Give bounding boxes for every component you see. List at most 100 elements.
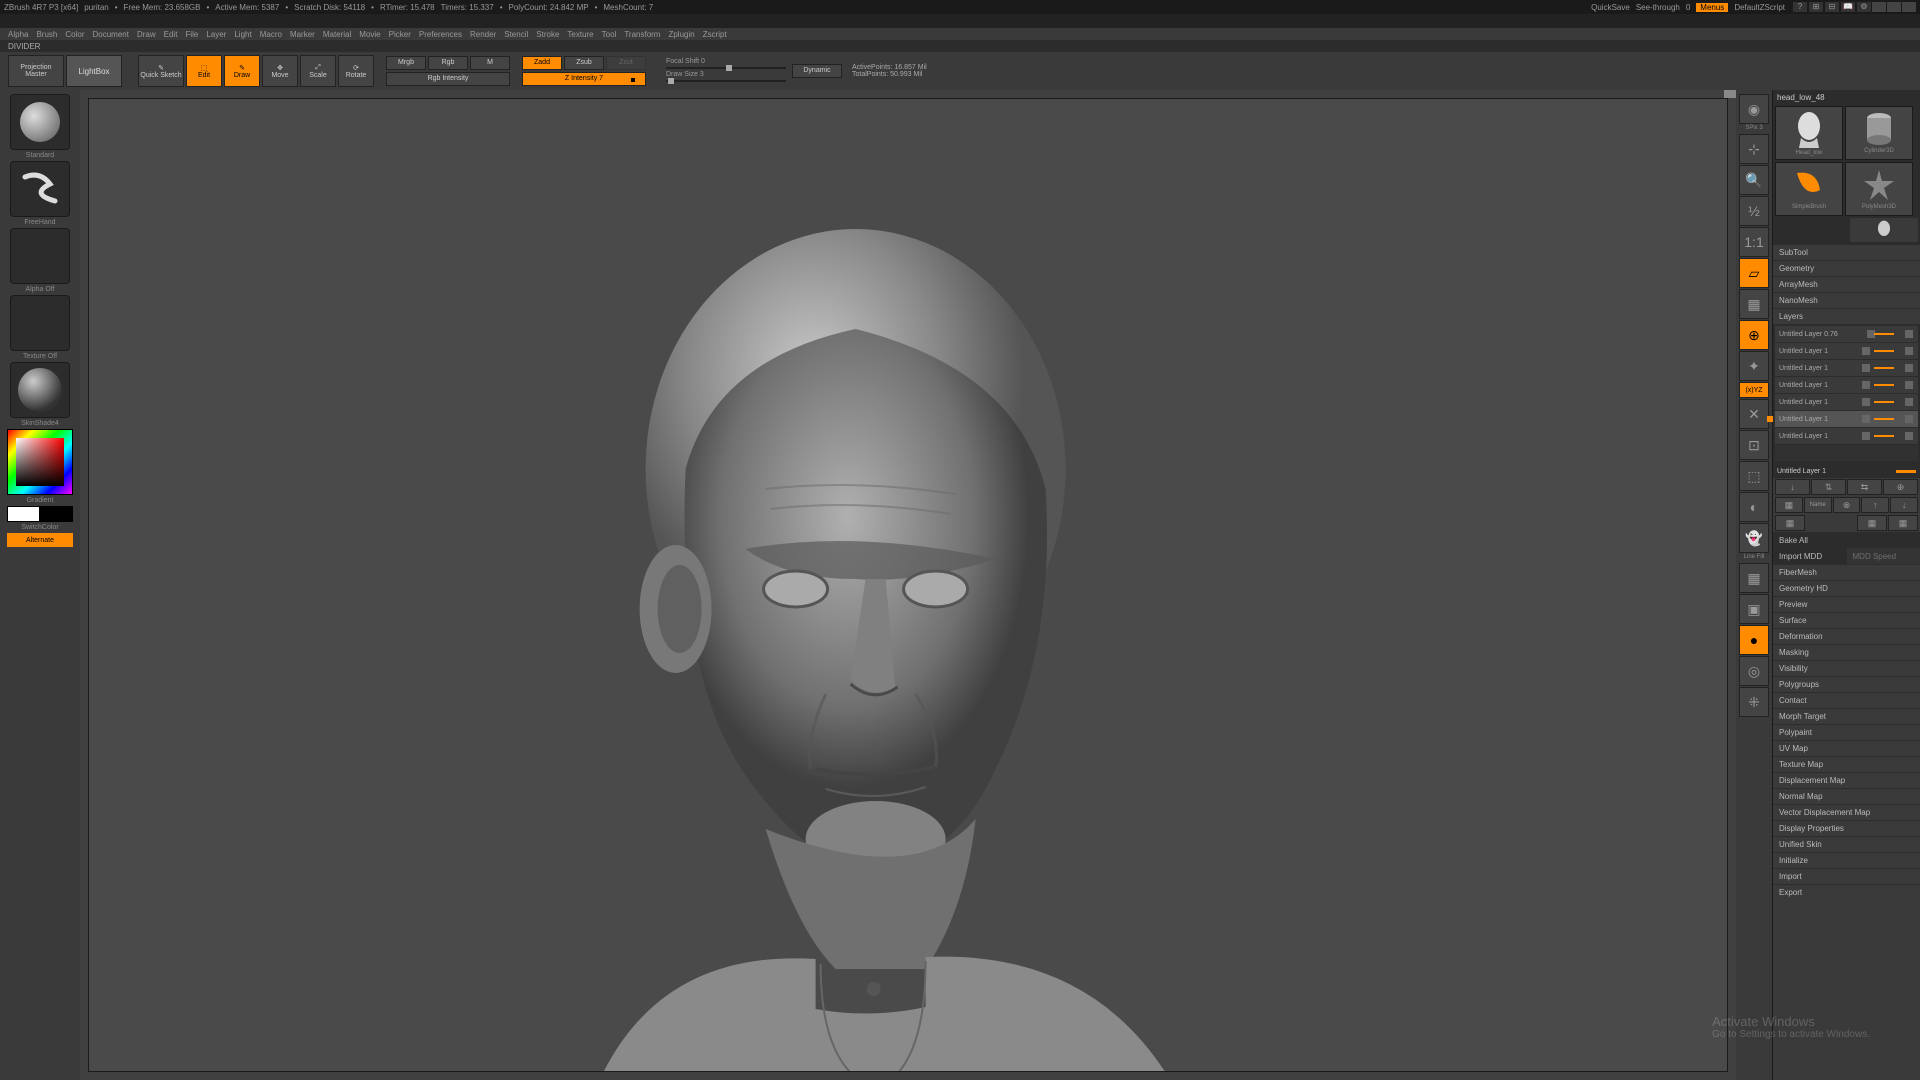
- layer-row[interactable]: Untitled Layer 1: [1775, 343, 1918, 359]
- xpose2-button[interactable]: ⁜: [1739, 687, 1769, 717]
- layer-visibility-icon[interactable]: [1862, 398, 1870, 406]
- mdd-speed-slider[interactable]: MDD Speed: [1847, 548, 1920, 564]
- quick-sketch-button[interactable]: ✎ Quick Sketch: [138, 55, 184, 87]
- section-vectordisp[interactable]: Vector Displacement Map: [1773, 804, 1920, 820]
- tool-thumb-star[interactable]: PolyMesh3D: [1845, 162, 1913, 216]
- stroke-selector[interactable]: [10, 161, 70, 217]
- frame-button[interactable]: ⊡: [1739, 430, 1769, 460]
- layer-extra2-button[interactable]: ▦: [1857, 515, 1887, 531]
- layer-rec-icon[interactable]: [1905, 432, 1913, 440]
- rgb-button[interactable]: Rgb: [428, 56, 468, 70]
- canvas-handle-icon[interactable]: [1724, 90, 1736, 98]
- layer-intensity-slider[interactable]: [1896, 470, 1916, 473]
- menu-edit[interactable]: Edit: [164, 30, 178, 39]
- edit-button[interactable]: ⬚ Edit: [186, 55, 222, 87]
- m-button[interactable]: M: [470, 56, 510, 70]
- menu-marker[interactable]: Marker: [290, 30, 315, 39]
- section-layers[interactable]: Layers: [1773, 308, 1920, 324]
- section-displacementmap[interactable]: Displacement Map: [1773, 772, 1920, 788]
- aahalf-button[interactable]: ½: [1739, 196, 1769, 226]
- layer-merge-button[interactable]: ⊕: [1883, 479, 1918, 495]
- menu-color[interactable]: Color: [65, 30, 84, 39]
- section-geometryhd[interactable]: Geometry HD: [1773, 580, 1920, 596]
- polyf-button[interactable]: ⬚: [1739, 461, 1769, 491]
- layer-rec-icon[interactable]: [1905, 364, 1913, 372]
- menu-zscript[interactable]: Zscript: [703, 30, 727, 39]
- zcut-button[interactable]: Zcut: [606, 56, 646, 70]
- section-initialize[interactable]: Initialize: [1773, 852, 1920, 868]
- section-export[interactable]: Export: [1773, 884, 1920, 900]
- thumb-button[interactable]: ▣: [1739, 594, 1769, 624]
- section-arraymesh[interactable]: ArrayMesh: [1773, 276, 1920, 292]
- draw-button[interactable]: ✎ Draw: [224, 55, 260, 87]
- close-button[interactable]: [1902, 2, 1916, 12]
- brush-selector[interactable]: [10, 94, 70, 150]
- alternate-button[interactable]: Alternate: [7, 533, 73, 547]
- menu-zplugin[interactable]: Zplugin: [668, 30, 694, 39]
- scale-button[interactable]: ⤢ Scale: [300, 55, 336, 87]
- layer-visibility-icon[interactable]: [1862, 381, 1870, 389]
- switchcolor-label[interactable]: SwitchColor: [0, 524, 80, 531]
- xyz-button[interactable]: ✦: [1739, 351, 1769, 381]
- menu-brush[interactable]: Brush: [36, 30, 57, 39]
- section-subtool[interactable]: SubTool: [1773, 244, 1920, 260]
- layer-rec-icon[interactable]: [1905, 381, 1913, 389]
- main-color-swatch[interactable]: [7, 506, 40, 522]
- section-morphtarget[interactable]: Morph Target: [1773, 708, 1920, 724]
- gear-icon[interactable]: ⚙: [1857, 2, 1871, 12]
- menu-stroke[interactable]: Stroke: [536, 30, 559, 39]
- menu-draw[interactable]: Draw: [137, 30, 156, 39]
- layer-visibility-icon[interactable]: [1862, 347, 1870, 355]
- mrgb-button[interactable]: Mrgb: [386, 56, 426, 70]
- layer-rec-icon[interactable]: [1905, 347, 1913, 355]
- z-intensity-slider[interactable]: Z Intensity 7: [522, 72, 646, 86]
- lightbox-button[interactable]: LightBox: [66, 55, 122, 87]
- quicksave-button[interactable]: QuickSave: [1591, 3, 1630, 12]
- focal-shift-slider[interactable]: Focal Shift 0 Draw Size 3: [666, 58, 786, 84]
- layer-row[interactable]: Untitled Layer 1: [1775, 360, 1918, 376]
- layer-row[interactable]: Untitled Layer 1: [1775, 377, 1918, 393]
- seethrough-value[interactable]: 0: [1686, 3, 1690, 12]
- section-geometry[interactable]: Geometry: [1773, 260, 1920, 276]
- section-nanomesh[interactable]: NanoMesh: [1773, 292, 1920, 308]
- menu-layer[interactable]: Layer: [206, 30, 226, 39]
- section-masking[interactable]: Masking: [1773, 644, 1920, 660]
- menu-stencil[interactable]: Stencil: [504, 30, 528, 39]
- layer-down-button[interactable]: ↓: [1890, 497, 1918, 513]
- xpose-button[interactable]: ✕: [1739, 399, 1769, 429]
- help-icon[interactable]: ?: [1793, 2, 1807, 12]
- import-mdd-button[interactable]: Import MDD: [1773, 548, 1847, 564]
- rotate-button[interactable]: ⟳ Rotate: [338, 55, 374, 87]
- section-displayprops[interactable]: Display Properties: [1773, 820, 1920, 836]
- layer-delete-button[interactable]: ▦: [1775, 497, 1803, 513]
- layer-row[interactable]: Untitled Layer 1: [1775, 411, 1918, 427]
- layer-row[interactable]: Untitled Layer 1: [1775, 394, 1918, 410]
- solo2-button[interactable]: ◎: [1739, 656, 1769, 686]
- xyz-label-button[interactable]: (x)YZ: [1739, 382, 1769, 398]
- dynamic-button[interactable]: Dynamic: [792, 64, 842, 78]
- color-picker[interactable]: [7, 429, 73, 495]
- menu-tool[interactable]: Tool: [602, 30, 617, 39]
- section-import[interactable]: Import: [1773, 868, 1920, 884]
- layer-visibility-icon[interactable]: [1862, 432, 1870, 440]
- layer-rec-icon[interactable]: [1905, 330, 1913, 338]
- tool-thumb-brush[interactable]: SimpleBrush: [1775, 162, 1843, 216]
- layer-rec-icon[interactable]: [1905, 398, 1913, 406]
- maximize-button[interactable]: [1887, 2, 1901, 12]
- menu-material[interactable]: Material: [323, 30, 351, 39]
- layer-extra1-button[interactable]: ▦: [1775, 515, 1805, 531]
- alpha-selector[interactable]: [10, 228, 70, 284]
- menu-alpha[interactable]: Alpha: [8, 30, 28, 39]
- menu-render[interactable]: Render: [470, 30, 496, 39]
- ghost-button[interactable]: 👻: [1739, 523, 1769, 553]
- layer-visibility-icon[interactable]: [1862, 415, 1870, 423]
- layer-invert-button[interactable]: ⊗: [1833, 497, 1861, 513]
- tray-icon[interactable]: ⊟: [1825, 2, 1839, 12]
- menu-document[interactable]: Document: [93, 30, 129, 39]
- section-unifiedskin[interactable]: Unified Skin: [1773, 836, 1920, 852]
- section-texturemap[interactable]: Texture Map: [1773, 756, 1920, 772]
- tool-header[interactable]: head_low_48: [1773, 90, 1920, 104]
- menu-file[interactable]: File: [185, 30, 198, 39]
- layer-rec-icon[interactable]: [1905, 415, 1913, 423]
- projection-master-button[interactable]: Projection Master: [8, 55, 64, 87]
